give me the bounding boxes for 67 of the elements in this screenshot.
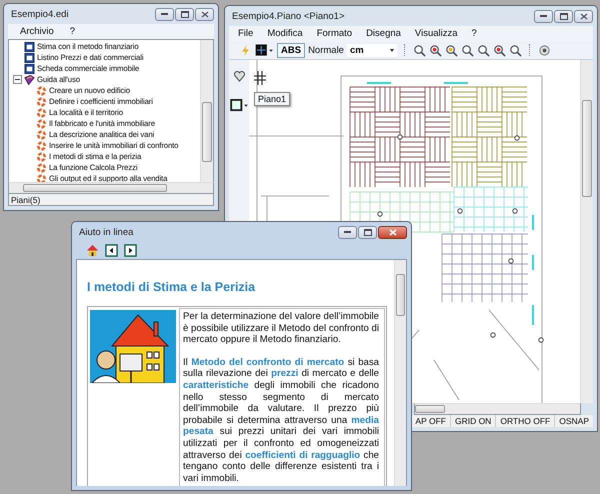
help-ring-icon [36,108,47,118]
menu-item[interactable]: Formato [316,28,352,39]
menu-item[interactable]: Visualizza [414,28,458,39]
abs-button[interactable]: ABS [277,42,306,58]
zoom-icon[interactable] [460,44,474,56]
vertical-scrollbar[interactable] [200,40,213,182]
tree-expander-icon[interactable] [13,75,22,84]
zoom-icon[interactable] [492,44,506,56]
close-button[interactable] [574,10,593,22]
close-button[interactable] [195,8,214,20]
zoom-icon[interactable] [444,44,458,56]
zoom-icon[interactable] [476,44,490,56]
status-cell[interactable]: GRID ON [450,415,496,427]
maximize-button[interactable] [175,8,194,20]
document-icon [24,52,35,62]
menu-item[interactable]: Disegna [366,28,401,39]
document-icon [24,64,35,74]
close-icon [200,10,208,18]
menu-item[interactable]: ? [70,26,76,37]
window-title: Esempio4.Piano <Piano1> [231,10,344,22]
rectangle-tool-icon[interactable] [230,99,248,112]
zoom-icon[interactable] [412,44,426,56]
close-icon [580,12,588,20]
close-button[interactable] [378,226,407,238]
back-icon[interactable] [105,244,118,257]
minimize-button[interactable] [155,8,174,20]
vertical-scrollbar[interactable] [580,60,593,403]
help-ring-icon [36,162,47,172]
document-icon [24,42,35,52]
minimize-button[interactable] [534,10,553,22]
window-title: Esempio4.edi [10,8,69,20]
close-icon [388,228,396,236]
window-title: Aiuto in linea [78,226,134,238]
maximize-button[interactable] [358,226,377,238]
point-style-icon[interactable] [255,44,274,56]
horizontal-scrollbar[interactable] [8,182,214,194]
menu-item[interactable]: Modifica [267,28,303,39]
help-ring-icon [36,86,47,96]
minimize-button[interactable] [338,226,357,238]
tooltip: Piano1 [254,92,290,106]
help-ring-icon [36,140,47,150]
menu-item[interactable]: Archivio [20,26,54,37]
heart-tool-icon[interactable] [232,70,246,83]
status-cell[interactable]: ORTHO OFF [495,415,554,427]
help-ring-icon [36,130,47,140]
zoom-icon[interactable] [428,44,442,56]
record-icon[interactable] [538,44,551,56]
unit-dropdown[interactable]: cm [346,44,397,56]
maximize-button[interactable] [554,10,573,22]
help-ring-icon [36,152,47,162]
status-cell[interactable]: OSNAP [554,415,593,427]
book-icon [24,74,35,84]
style-label: Normale [308,44,344,56]
menu-item[interactable]: ? [472,28,477,39]
help-ring-icon [36,118,47,128]
zoom-icon[interactable] [508,44,522,56]
forward-icon[interactable] [124,244,137,257]
help-paragraph: Per la determinazione del valore dell’immobile è possibile utilizzare il Metodo del confronto di mercato oppure il Metodo finanziario. [183,311,379,346]
home-icon[interactable] [86,244,99,257]
vertical-scrollbar[interactable] [394,260,406,486]
horizontal-scrollbar[interactable] [414,403,581,415]
help-heading: I metodi di Stima e la Perizia [87,280,256,294]
crosshair-cursor-icon [254,71,266,85]
menu-item[interactable]: File [238,28,254,39]
status-text: Piani(5) [10,194,40,204]
help-ring-icon [36,96,47,106]
help-paragraph: Il Metodo del confronto di mercato si basa sulla rilevazione dei prezzi di mercato e delle caratteristiche degli immobili che ricadono nello stesso segmento di mercato dell’immobile da valutare. Il prezzo più probabile si determina attraverso una media pesata sui prezzi unitari dei vari immobili utilizzati per il confronto ed omogeneizzati attraverso dei coefficienti di ragguaglio che tengano conto delle differenze esistenti tra i vari immobili. [183,356,379,484]
